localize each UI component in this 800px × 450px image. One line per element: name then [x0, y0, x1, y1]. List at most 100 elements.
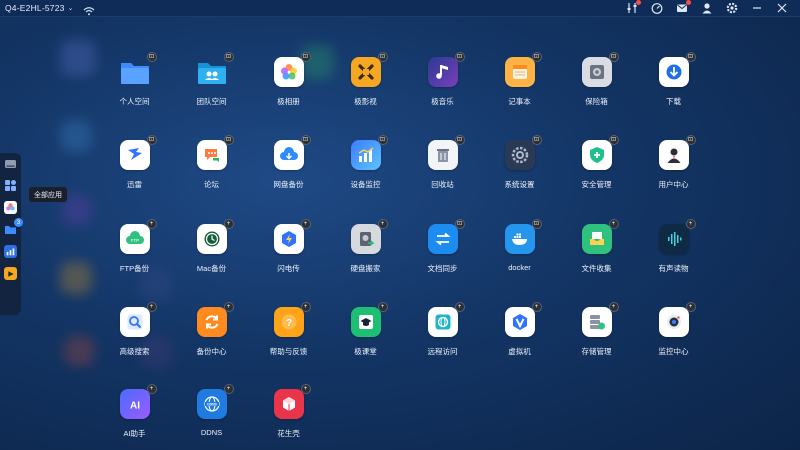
search-icon: + [119, 302, 157, 337]
mail-icon[interactable] [676, 0, 691, 14]
app-backup-center[interactable]: + 备份中心 [173, 302, 250, 357]
app-thunder[interactable]: ⊡ 迅雷 [96, 135, 173, 190]
app-file-collect[interactable]: + 文件收集 [558, 219, 635, 274]
ftp-icon: FTP + [119, 219, 157, 254]
app-label: 存储管理 [581, 347, 612, 356]
app-camera-center[interactable]: + 监控中心 [635, 302, 712, 357]
app-flash-transfer[interactable]: + 闪电传 [250, 219, 327, 274]
ddns-icon: DDNS + [196, 384, 234, 419]
app-trash[interactable]: ⊡ 回收站 [404, 135, 481, 190]
trash-icon: ⊡ [427, 135, 465, 170]
app-user-center[interactable]: ⊡ 用户中心 [635, 135, 712, 190]
lock-badge-icon: ⊡ [454, 135, 465, 145]
app-settings[interactable]: ⊡ 系统设置 [481, 135, 558, 190]
storage-icon[interactable] [4, 157, 17, 170]
app-personal-space[interactable]: ⊡ 个人空间 [96, 52, 173, 107]
background-blur [64, 336, 94, 366]
app-advanced-search[interactable]: + 高级搜索 [96, 302, 173, 357]
personal-folder-icon: ⊡ [120, 52, 157, 87]
app-label: docker [508, 263, 531, 272]
app-storage-manage[interactable]: + 存储管理 [558, 302, 635, 357]
app-label: 备份中心 [196, 347, 227, 356]
add-badge-icon: + [608, 302, 619, 312]
app-notepad[interactable]: ⊡ 记事本 [481, 52, 558, 107]
folder-icon[interactable]: 3 [4, 218, 23, 236]
audiobook-icon: + [658, 219, 696, 254]
app-audiobook[interactable]: + 有声读物 [635, 219, 712, 274]
app-ddns[interactable]: DDNS + DDNS [173, 384, 250, 437]
app-download[interactable]: ⊡ 下载 [635, 52, 712, 107]
lock-badge-icon: ⊡ [146, 135, 157, 145]
app-label: 回收站 [431, 180, 454, 189]
background-blur [60, 40, 96, 76]
app-remote-access[interactable]: + 远程访问 [404, 302, 481, 357]
lock-badge-icon: ⊡ [454, 52, 465, 62]
top-bar: Q4-E2HL-5723 ⌄ [0, 0, 800, 17]
video-icon: ⊡ [350, 52, 388, 87]
peanut-icon: + [273, 384, 311, 419]
add-badge-icon: + [454, 302, 465, 312]
wifi-icon [83, 3, 95, 16]
gear-icon[interactable] [726, 2, 738, 14]
photos-icon[interactable] [4, 201, 17, 214]
add-badge-icon: + [531, 302, 542, 312]
app-music[interactable]: ⊡ 极音乐 [404, 52, 481, 107]
add-badge-icon: + [377, 219, 388, 229]
lock-badge-icon: ⊡ [531, 219, 542, 229]
lock-badge-icon: ⊡ [377, 52, 388, 62]
device-name[interactable]: Q4-E2HL-5723 [5, 3, 65, 13]
vm-icon: + [504, 302, 542, 337]
app-peanut-shell[interactable]: + 花生壳 [250, 384, 327, 439]
app-video[interactable]: ⊡ 极影视 [327, 52, 404, 107]
app-disk-move[interactable]: + 硬盘搬家 [327, 219, 404, 274]
user-icon[interactable] [701, 2, 713, 14]
app-ai-assistant[interactable]: AI + AI助手 [96, 384, 173, 439]
app-ftp-backup[interactable]: FTP + FTP备份 [96, 219, 173, 274]
gauge-icon[interactable] [651, 2, 663, 14]
docker-icon: ⊡ [504, 219, 542, 254]
chart-icon[interactable] [4, 245, 17, 258]
app-security[interactable]: ⊡ 安全管理 [558, 135, 635, 190]
media-icon[interactable] [4, 267, 17, 280]
all-apps-icon[interactable] [4, 179, 17, 192]
file-collect-icon: + [581, 219, 619, 254]
app-label: DDNS [200, 428, 223, 437]
minimize-icon[interactable] [751, 2, 763, 14]
left-dock: 3 [0, 153, 23, 315]
lock-badge-icon: ⊡ [454, 219, 465, 229]
app-safe[interactable]: ⊡ 保险箱 [558, 52, 635, 107]
app-team-space[interactable]: ⊡ 团队空间 [173, 52, 250, 107]
add-badge-icon: + [223, 302, 234, 312]
app-label: 硬盘搬家 [350, 264, 381, 273]
folder-badge: 3 [14, 218, 23, 227]
app-label: 极影视 [354, 97, 377, 106]
app-forum[interactable]: ⊡ 论坛 [173, 135, 250, 190]
notepad-icon: ⊡ [504, 52, 542, 87]
app-doc-sync[interactable]: ⊡ 文档同步 [404, 219, 481, 274]
app-photos[interactable]: ⊡ 极相册 [250, 52, 327, 107]
app-help-feedback[interactable]: ? + 帮助与反馈 [250, 302, 327, 357]
add-badge-icon: + [377, 302, 388, 312]
app-label: 帮助与反馈 [269, 347, 308, 356]
lock-badge-icon: ⊡ [608, 52, 619, 62]
app-label: 设备监控 [350, 180, 381, 189]
app-label: 闪电传 [277, 264, 300, 273]
app-label: 个人空间 [119, 97, 150, 106]
app-label: 文档同步 [427, 264, 458, 273]
svg-text:FTP: FTP [130, 238, 139, 243]
app-vm[interactable]: + 虚拟机 [481, 302, 558, 357]
app-mac-backup[interactable]: + Mac备份 [173, 219, 250, 274]
app-docker[interactable]: ⊡ docker [481, 219, 558, 272]
close-icon[interactable] [776, 2, 788, 14]
app-device-monitor[interactable]: ⊡ 设备监控 [327, 135, 404, 190]
app-label: 保险箱 [585, 97, 608, 106]
add-badge-icon: + [146, 219, 157, 229]
chevron-down-icon[interactable]: ⌄ [68, 4, 74, 12]
app-classroom[interactable]: + 极课堂 [327, 302, 404, 357]
camera-icon: + [658, 302, 696, 337]
lock-badge-icon: ⊡ [608, 135, 619, 145]
music-icon: ⊡ [427, 52, 465, 87]
notification-dot [686, 0, 691, 5]
tune-icon[interactable] [626, 0, 641, 14]
app-cloud-backup[interactable]: ⊡ 网盘备份 [250, 135, 327, 190]
